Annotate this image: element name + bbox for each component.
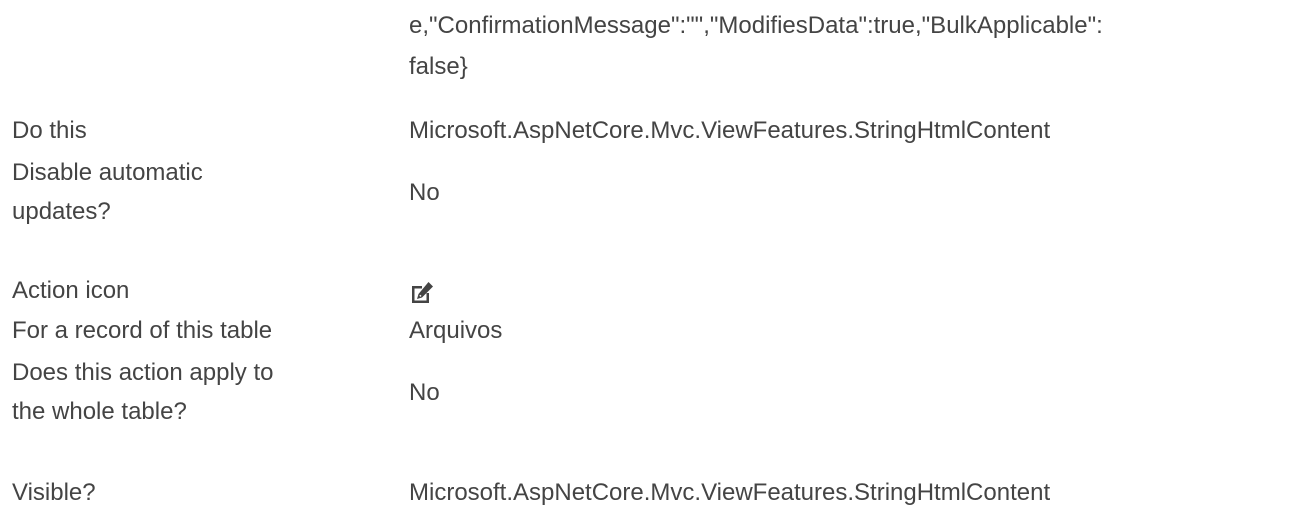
property-value: [409, 271, 1298, 310]
property-value: No: [409, 379, 440, 406]
property-label-line-1: Disable automatic: [12, 159, 203, 186]
property-value: Microsoft.AspNetCore.Mvc.ViewFeatures.St…: [409, 117, 1051, 144]
property-label: Visible?: [12, 479, 96, 506]
property-label-line-2: the whole table?: [12, 398, 187, 425]
property-value: Arquivos: [409, 317, 503, 344]
property-row-record-table: For a record of this table Arquivos: [0, 311, 1310, 350]
property-row-visible: Visible? Microsoft.AspNetCore.Mvc.ViewFe…: [0, 473, 1310, 512]
property-label: Disable automatic updates?: [12, 153, 392, 231]
property-label: For a record of this table: [12, 317, 273, 344]
continuation-line-2: false}: [409, 53, 468, 80]
property-row-whole-table: Does this action apply to the whole tabl…: [0, 353, 1310, 431]
property-label: Does this action apply to the whole tabl…: [12, 353, 392, 431]
edit-icon: [412, 281, 433, 303]
property-row-disable-updates: Disable automatic updates? No: [0, 153, 1310, 231]
previous-value-continuation: e,"ConfirmationMessage":"","ModifiesData…: [409, 5, 1299, 87]
property-value: Microsoft.AspNetCore.Mvc.ViewFeatures.St…: [409, 479, 1051, 506]
property-label-line-2: updates?: [12, 198, 111, 225]
property-row-action-icon: Action icon: [0, 271, 1310, 310]
detail-properties-panel: e,"ConfirmationMessage":"","ModifiesData…: [0, 0, 1310, 522]
property-value: No: [409, 179, 440, 206]
property-label-line-1: Does this action apply to: [12, 359, 274, 386]
continuation-line-1: e,"ConfirmationMessage":"","ModifiesData…: [409, 12, 1103, 39]
property-row-do-this: Do this Microsoft.AspNetCore.Mvc.ViewFea…: [0, 111, 1310, 150]
property-label: Do this: [12, 117, 87, 144]
property-label: Action icon: [12, 277, 130, 304]
